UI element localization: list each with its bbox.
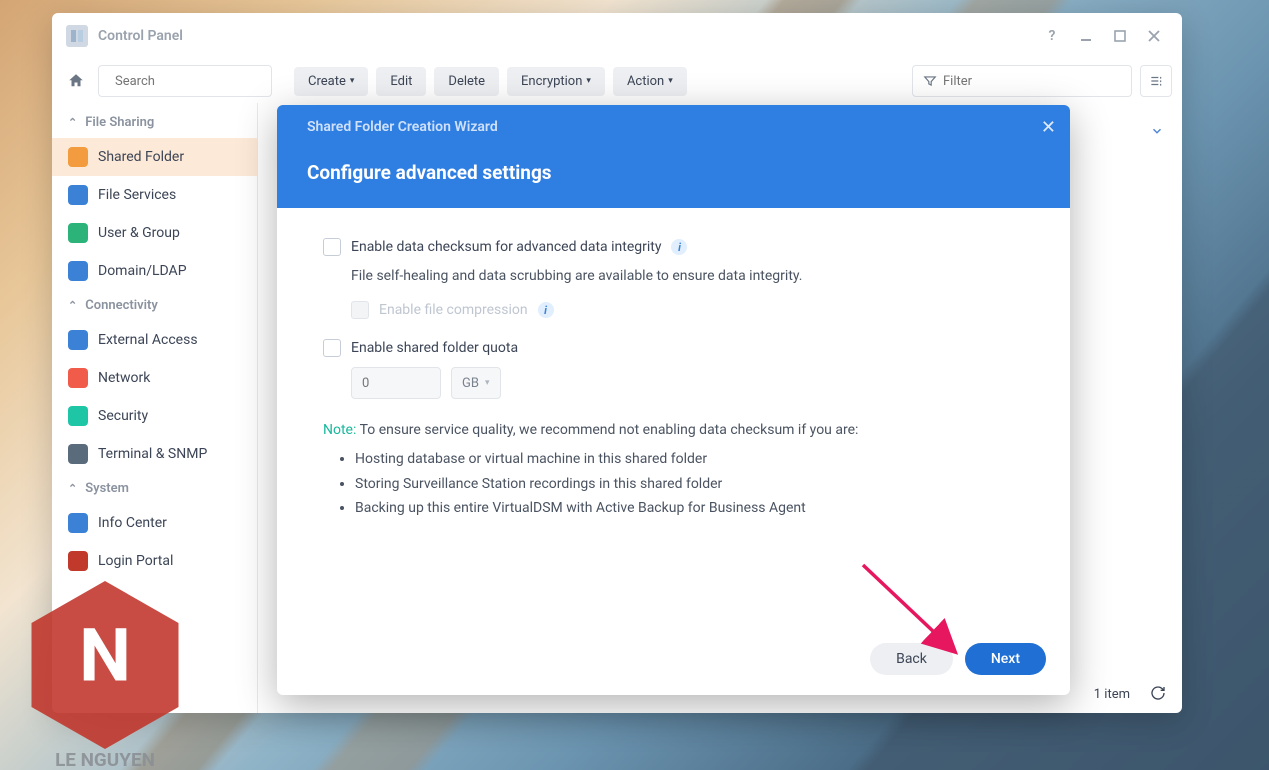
compression-checkbox bbox=[351, 301, 369, 319]
titlebar: Control Panel ? bbox=[52, 13, 1182, 59]
section-label: Connectivity bbox=[85, 298, 158, 313]
window-title: Control Panel bbox=[98, 28, 183, 44]
sidebar-item[interactable]: Terminal & SNMP bbox=[52, 435, 257, 473]
sidebar-item-icon bbox=[68, 330, 88, 350]
close-window-icon[interactable] bbox=[1140, 22, 1168, 50]
item-count: 1 item bbox=[1094, 687, 1130, 702]
chevron-up-icon: ⌃ bbox=[68, 482, 77, 495]
encryption-label: Encryption bbox=[521, 74, 582, 89]
filter-input[interactable] bbox=[943, 74, 1121, 89]
sidebar-section-header[interactable]: ⌃ System bbox=[52, 473, 257, 504]
sidebar-item-icon bbox=[68, 513, 88, 533]
list-footer: 1 item bbox=[1094, 685, 1168, 703]
note-bullets: Hosting database or virtual machine in t… bbox=[355, 447, 1024, 521]
chevron-down-icon: ▾ bbox=[668, 76, 673, 86]
compression-label: Enable file compression bbox=[379, 302, 528, 318]
delete-button[interactable]: Delete bbox=[434, 67, 499, 96]
chevron-down-icon: ▾ bbox=[586, 76, 591, 86]
filter-wrap[interactable] bbox=[912, 65, 1132, 97]
sidebar-item-label: Security bbox=[98, 408, 148, 424]
checksum-label: Enable data checksum for advanced data i… bbox=[351, 239, 661, 255]
home-icon[interactable] bbox=[62, 67, 90, 95]
search-input-wrap[interactable] bbox=[98, 65, 272, 97]
sidebar-item-icon bbox=[68, 406, 88, 426]
note-prefix: Note: bbox=[323, 422, 356, 438]
sidebar-section-header[interactable]: ⌃ File Sharing bbox=[52, 107, 257, 138]
search-input[interactable] bbox=[115, 74, 281, 89]
sidebar-item[interactable]: Shared Folder bbox=[52, 138, 257, 176]
create-label: Create bbox=[308, 74, 346, 89]
note-bullet: Hosting database or virtual machine in t… bbox=[355, 447, 1024, 472]
encryption-button[interactable]: Encryption ▾ bbox=[507, 67, 605, 96]
sidebar-item-label: Login Portal bbox=[98, 553, 173, 569]
wizard-heading: Configure advanced settings bbox=[307, 161, 1040, 184]
modal-footer: Back Next bbox=[277, 629, 1070, 695]
sidebar-item[interactable]: External Access bbox=[52, 321, 257, 359]
sidebar-item-icon bbox=[68, 185, 88, 205]
sidebar-item-label: Shared Folder bbox=[98, 149, 184, 165]
sidebar-item[interactable]: Network bbox=[52, 359, 257, 397]
chevron-up-icon: ⌃ bbox=[68, 116, 77, 129]
wizard-modal: Shared Folder Creation Wizard ✕ Configur… bbox=[277, 105, 1070, 695]
sidebar-item[interactable]: Security bbox=[52, 397, 257, 435]
filter-icon bbox=[923, 74, 937, 88]
sidebar-item-label: File Services bbox=[98, 187, 176, 203]
chevron-down-icon: ▾ bbox=[485, 378, 490, 388]
info-icon[interactable]: i bbox=[671, 239, 687, 255]
section-label: File Sharing bbox=[85, 115, 154, 130]
info-icon[interactable]: i bbox=[538, 302, 554, 318]
sidebar-item-label: External Access bbox=[98, 332, 198, 348]
close-modal-icon[interactable]: ✕ bbox=[1041, 117, 1056, 138]
sidebar: ⌃ File Sharing Shared Folder File Services U… bbox=[52, 103, 258, 713]
sidebar-item-icon bbox=[68, 261, 88, 281]
action-label: Action bbox=[627, 74, 664, 89]
minimize-icon[interactable] bbox=[1072, 22, 1100, 50]
sidebar-item-icon bbox=[68, 223, 88, 243]
checksum-description: File self-healing and data scrubbing are… bbox=[351, 266, 1024, 287]
create-button[interactable]: Create ▾ bbox=[294, 67, 368, 96]
sidebar-item-label: Info Center bbox=[98, 515, 167, 531]
quota-value-input bbox=[351, 367, 441, 399]
help-icon[interactable]: ? bbox=[1038, 22, 1066, 50]
quota-checkbox[interactable] bbox=[323, 339, 341, 357]
sidebar-item[interactable]: File Services bbox=[52, 176, 257, 214]
sidebar-item-icon bbox=[68, 368, 88, 388]
modal-header: Shared Folder Creation Wizard ✕ Configur… bbox=[277, 105, 1070, 208]
quota-unit-label: GB bbox=[462, 376, 479, 391]
sidebar-item-label: Network bbox=[98, 370, 150, 386]
column-settings-icon[interactable] bbox=[1140, 65, 1172, 97]
quota-unit-select: GB ▾ bbox=[451, 367, 501, 399]
sidebar-item-label: Domain/LDAP bbox=[98, 263, 187, 279]
sidebar-section-header[interactable]: ⌃ Connectivity bbox=[52, 290, 257, 321]
next-button[interactable]: Next bbox=[965, 643, 1046, 675]
topbar: Create ▾ Edit Delete Encryption ▾ Action ▾ bbox=[52, 59, 1182, 103]
note-text: To ensure service quality, we recommend … bbox=[360, 422, 859, 438]
maximize-icon[interactable] bbox=[1106, 22, 1134, 50]
chevron-up-icon: ⌃ bbox=[68, 299, 77, 312]
sidebar-item-icon bbox=[68, 147, 88, 167]
note-bullet: Storing Surveillance Station recordings … bbox=[355, 472, 1024, 497]
action-button[interactable]: Action ▾ bbox=[613, 67, 687, 96]
sidebar-item[interactable]: Login Portal bbox=[52, 542, 257, 580]
edit-button[interactable]: Edit bbox=[376, 67, 426, 96]
quota-label: Enable shared folder quota bbox=[351, 340, 518, 356]
wizard-subtitle: Shared Folder Creation Wizard bbox=[307, 119, 1040, 135]
section-label: System bbox=[85, 481, 129, 496]
sidebar-item-label: User & Group bbox=[98, 225, 180, 241]
modal-body: Enable data checksum for advanced data i… bbox=[277, 208, 1070, 629]
control-panel-icon bbox=[66, 25, 88, 47]
reload-icon[interactable] bbox=[1150, 685, 1168, 703]
note-bullet: Backing up this entire VirtualDSM with A… bbox=[355, 496, 1024, 521]
expand-detail-icon[interactable] bbox=[1150, 123, 1164, 142]
sidebar-item-icon bbox=[68, 551, 88, 571]
sidebar-item-label: Terminal & SNMP bbox=[98, 446, 207, 462]
back-button[interactable]: Back bbox=[870, 643, 953, 675]
note-line: Note: To ensure service quality, we reco… bbox=[323, 419, 1024, 441]
sidebar-item-icon bbox=[68, 444, 88, 464]
sidebar-item[interactable]: Info Center bbox=[52, 504, 257, 542]
sidebar-item[interactable]: User & Group bbox=[52, 214, 257, 252]
sidebar-item[interactable]: Domain/LDAP bbox=[52, 252, 257, 290]
chevron-down-icon: ▾ bbox=[350, 76, 355, 86]
checksum-checkbox[interactable] bbox=[323, 238, 341, 256]
